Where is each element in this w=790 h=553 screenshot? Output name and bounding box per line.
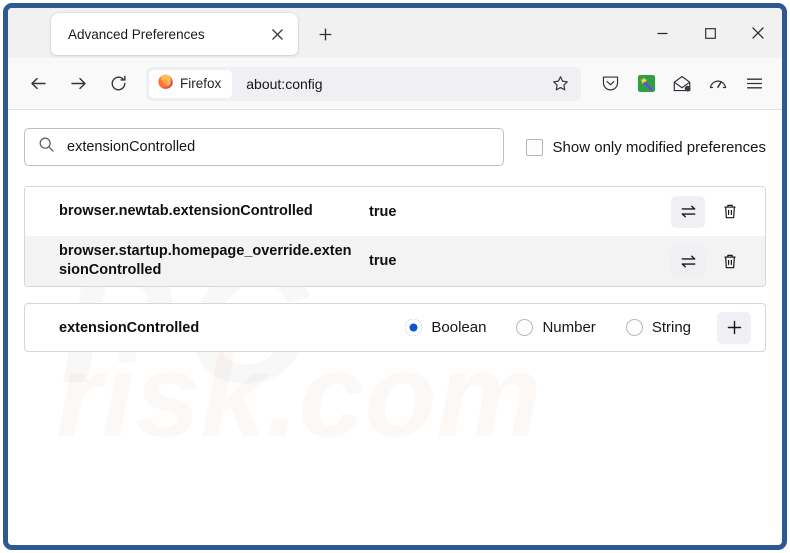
window-close-button[interactable] (734, 9, 782, 57)
forward-button-icon[interactable] (62, 67, 95, 100)
radio-boolean[interactable] (405, 319, 423, 337)
show-modified-label: Show only modified preferences (552, 138, 766, 156)
tab-close-icon[interactable] (266, 23, 288, 45)
add-preference-row: extensionControlled Boolean Number Strin… (24, 303, 766, 353)
show-modified-checkbox[interactable] (525, 138, 543, 156)
search-row: extensionControlled Show only modified p… (24, 128, 766, 166)
type-label-number: Number (542, 319, 596, 337)
tab-strip: Advanced Preferences (8, 8, 782, 58)
identity-chip-firefox[interactable]: Firefox (149, 69, 233, 98)
add-pref-button[interactable] (717, 311, 751, 344)
new-tab-button[interactable] (312, 21, 338, 47)
back-button-icon[interactable] (22, 67, 55, 100)
preferences-table: browser.newtab.extensionControlled true (24, 186, 766, 288)
type-option-string[interactable]: String (625, 319, 691, 337)
tab-advanced-preferences[interactable]: Advanced Preferences (51, 13, 298, 55)
new-pref-type-options: Boolean Number String (405, 319, 691, 337)
browser-window: Advanced Preferences Firefox about:confi… (3, 3, 787, 550)
navigation-toolbar: Firefox about:config (8, 58, 782, 110)
delete-pref-button[interactable] (715, 196, 745, 228)
radio-string[interactable] (625, 319, 643, 337)
mail-envelope-icon[interactable] (666, 68, 698, 100)
speedometer-icon[interactable] (702, 68, 734, 100)
about-config-page: PC risk.com extensionControlled (8, 110, 782, 545)
pref-name: browser.newtab.extensionControlled (59, 202, 313, 219)
pref-name: browser.startup.homepage_override.extens… (59, 243, 352, 279)
url-bar[interactable]: Firefox about:config (146, 66, 581, 101)
url-text[interactable]: about:config (232, 76, 545, 92)
table-row[interactable]: browser.startup.homepage_override.extens… (25, 236, 765, 287)
type-option-boolean[interactable]: Boolean (405, 319, 487, 337)
toggle-value-button[interactable] (671, 195, 705, 228)
bookmark-star-icon[interactable] (545, 69, 575, 99)
pref-value: true (369, 253, 397, 270)
hamburger-menu-icon[interactable] (738, 68, 770, 100)
magic-wand-extension-icon[interactable] (630, 68, 662, 100)
row-actions (671, 245, 751, 278)
table-row[interactable]: browser.newtab.extensionControlled true (25, 187, 765, 236)
pocket-icon[interactable] (594, 68, 626, 100)
type-label-string: String (651, 319, 691, 337)
identity-chip-label: Firefox (180, 76, 222, 91)
window-maximize-button[interactable] (686, 9, 734, 57)
row-actions (671, 195, 751, 228)
new-pref-name: extensionControlled (59, 319, 200, 336)
toggle-value-button[interactable] (671, 245, 705, 278)
tab-title: Advanced Preferences (68, 26, 205, 42)
search-input-value: extensionControlled (67, 139, 196, 155)
window-controls (638, 8, 782, 58)
search-icon (38, 136, 55, 158)
type-option-number[interactable]: Number (516, 319, 596, 337)
window-minimize-button[interactable] (638, 9, 686, 57)
delete-pref-button[interactable] (715, 245, 745, 277)
firefox-logo-icon (157, 73, 174, 95)
type-label-boolean: Boolean (431, 319, 487, 337)
pref-value: true (369, 203, 397, 220)
reload-button-icon[interactable] (102, 67, 135, 100)
radio-number[interactable] (516, 319, 534, 337)
search-input[interactable]: extensionControlled (24, 128, 504, 166)
show-modified-filter[interactable]: Show only modified preferences (525, 138, 766, 156)
